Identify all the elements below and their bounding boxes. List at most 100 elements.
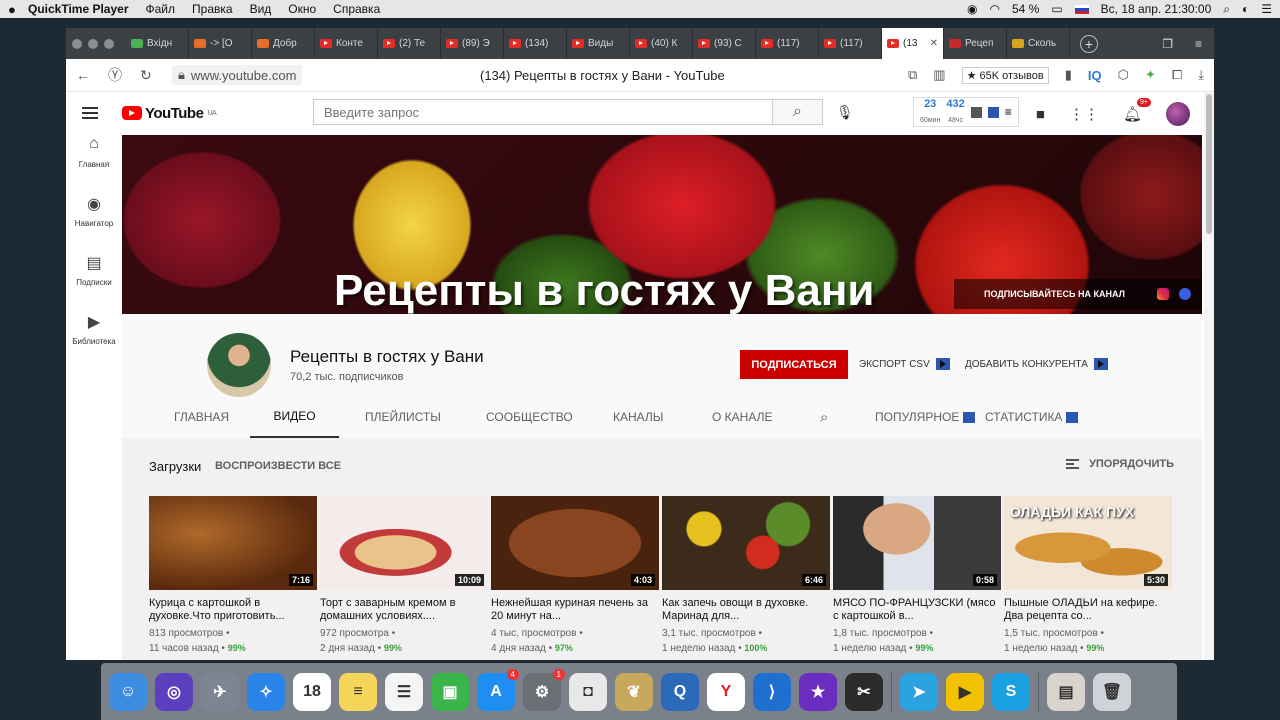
cube-extension-icon[interactable]: ⬡ [1118, 67, 1129, 83]
browser-tab[interactable]: (117) [756, 28, 819, 59]
vscode-icon[interactable]: ⟩ [753, 672, 791, 711]
download-icon[interactable]: ⤓ [1198, 67, 1204, 83]
video-thumbnail[interactable]: 4:03 [491, 496, 659, 590]
browser-tab[interactable]: Виды [567, 28, 630, 59]
chart-icon[interactable] [970, 106, 982, 118]
menubar-window[interactable]: Окно [288, 2, 316, 16]
extensions-icon[interactable]: ⧠ [1172, 67, 1182, 83]
apps-grid-icon[interactable]: ⋮⋮ [1069, 105, 1099, 123]
user-avatar-icon[interactable]: ◐ [1242, 2, 1249, 16]
sidebar-item-compass[interactable]: ◉ Навигатор [66, 194, 122, 253]
video-title[interactable]: Курица с картошкой в духовке.Что пригото… [149, 597, 317, 623]
cloud-folder-icon[interactable]: ▶ [946, 672, 984, 711]
video-title[interactable]: Пышные ОЛАДЬИ на кефире. Два рецепта со.… [1004, 597, 1172, 623]
youtube-logo[interactable]: YouTube UA [122, 105, 217, 122]
telegram-icon[interactable]: ➤ [900, 672, 938, 711]
browser-tab[interactable]: -> [О [189, 28, 252, 59]
spotlight-search-icon[interactable]: ⌕ [1223, 2, 1230, 17]
video-thumbnail[interactable]: 10:09 [320, 496, 488, 590]
yandex-browser-icon[interactable]: Y [707, 672, 745, 711]
reader-mode-icon[interactable]: ▥ [933, 67, 945, 83]
reminders-icon[interactable]: ☰ [385, 672, 423, 711]
green-extension-icon[interactable]: ✦ [1145, 67, 1156, 83]
menu-icon[interactable] [82, 107, 98, 119]
tab-home[interactable]: ГЛАВНАЯ [174, 396, 229, 438]
browser-tab[interactable]: Рецеп [944, 28, 1007, 59]
channel-avatar[interactable] [207, 333, 271, 397]
record-icon[interactable]: ◉ [967, 2, 977, 16]
tab-playlists[interactable]: ПЛЕЙЛИСТЫ [365, 396, 441, 438]
sidebar-item-subscriptions[interactable]: ▤ Подписки [66, 253, 122, 312]
imovie-icon[interactable]: ★ [799, 672, 837, 711]
trash-icon[interactable]: 🗑 [1093, 672, 1131, 711]
cocktail-icon[interactable]: ❦ [615, 672, 653, 711]
reviews-badge[interactable]: ★ 65K отзывов [961, 66, 1049, 84]
instagram-icon[interactable] [1156, 288, 1169, 300]
video-thumbnail[interactable]: 6:46 [662, 496, 830, 590]
search-button[interactable]: ⌕ [773, 99, 823, 125]
iq-extension-icon[interactable]: IQ [1088, 68, 1102, 83]
maximize-window-button[interactable] [104, 38, 114, 49]
input-language-flag-icon[interactable] [1074, 4, 1089, 14]
video-title[interactable]: Как запечь овощи в духовке. Маринад для.… [662, 597, 830, 623]
notifications-bell-icon[interactable]: 🔔︎ 9+ [1123, 98, 1151, 123]
menubar-clock[interactable]: Вс, 18 апр. 21:30:00 [1101, 2, 1212, 16]
yandex-icon[interactable]: Ⓨ [108, 65, 140, 85]
tab-channels[interactable]: КАНАЛЫ [613, 396, 663, 438]
video-card[interactable]: 7:16 Курица с картошкой в духовке.Что при… [149, 496, 317, 656]
video-title[interactable]: Торт с заварным кремом в домашних услови… [320, 597, 488, 623]
sidebar-item-library[interactable]: ▶ Библиотека [66, 312, 122, 371]
browser-tab[interactable]: (117) [819, 28, 882, 59]
banner-subscribe-link[interactable]: ПОДПИСЫВАЙТЕСЬ НА КАНАЛ [984, 289, 1125, 299]
channel-search-icon[interactable]: ⌕ [820, 396, 828, 438]
tab-about[interactable]: О КАНАЛЕ [712, 396, 772, 438]
quicktime-icon[interactable]: Q [661, 672, 699, 711]
video-card[interactable]: 0:58 МЯСО ПО-ФРАНЦУЗСКИ (мясо с картошкой… [833, 496, 1001, 656]
tab-community[interactable]: СООБЩЕСТВО [486, 396, 573, 438]
sort-button[interactable]: УПОРЯДОЧИТЬ [1066, 458, 1174, 470]
menubar-help[interactable]: Справка [333, 2, 380, 16]
browser-tab[interactable]: (40) К [630, 28, 693, 59]
tab-statistics[interactable]: СТАТИСТИКА [985, 396, 1079, 438]
launchpad-icon[interactable]: ✈ [201, 672, 239, 711]
browser-tab[interactable]: (13 ✕ [882, 28, 944, 59]
subscribe-button[interactable]: ПОДПИСАТЬСЯ [740, 350, 848, 379]
tab-collections-icon[interactable]: ❐ [1162, 37, 1173, 51]
minimize-window-button[interactable] [88, 38, 98, 49]
browser-menu-icon[interactable]: ≡ [1195, 37, 1202, 51]
battery-percent[interactable]: 54 % [1012, 2, 1039, 16]
vidiq-stats-widget[interactable]: 23 60мин 432 48чс ≡ [913, 97, 1019, 127]
microphone-icon[interactable]: 🎙︎ [836, 104, 854, 121]
video-card[interactable]: 4:03 Нежнейшая куриная печень за 20 минут… [491, 496, 659, 656]
screenshot-icon[interactable]: ◘ [569, 672, 607, 711]
video-thumbnail[interactable]: ОЛАДЬИ КАК ПУХ 5:30 [1004, 496, 1172, 590]
safari-icon[interactable]: ✧ [247, 672, 285, 711]
menubar-view[interactable]: Вид [250, 2, 272, 16]
menubar-app-name[interactable]: QuickTime Player [28, 2, 129, 16]
notification-center-icon[interactable]: ☰ [1261, 2, 1272, 16]
page-scrollbar[interactable] [1204, 92, 1214, 660]
video-thumbnail[interactable]: 0:58 [833, 496, 1001, 590]
scrollbar-thumb[interactable] [1206, 94, 1212, 234]
calendar-icon[interactable]: 18 [293, 672, 331, 711]
back-button[interactable]: ← [76, 67, 108, 83]
close-window-button[interactable] [72, 38, 82, 49]
reload-button[interactable]: ↻ [140, 67, 172, 84]
new-tab-button[interactable]: + [1080, 34, 1098, 53]
sidebar-item-home[interactable]: ⌂ Главная [66, 135, 122, 194]
account-avatar[interactable] [1166, 102, 1190, 126]
siri-icon[interactable]: ◎ [155, 672, 193, 711]
skype-icon[interactable]: S [992, 672, 1030, 711]
video-card[interactable]: ОЛАДЬИ КАК ПУХ 5:30 Пышные ОЛАДЬИ на кефир… [1004, 496, 1172, 656]
desktop-folder-icon[interactable]: ▤ [1047, 672, 1085, 711]
battery-icon[interactable]: ▭ [1051, 2, 1062, 16]
close-tab-icon[interactable]: ✕ [930, 38, 938, 49]
browser-tab[interactable]: Конте [315, 28, 378, 59]
create-video-icon[interactable]: ■ [1036, 106, 1045, 123]
browser-tab[interactable]: (134) [504, 28, 567, 59]
browser-tab[interactable]: Вхідн [126, 28, 189, 59]
facebook-icon[interactable] [1178, 288, 1191, 300]
tab-videos[interactable]: ВИДЕО [250, 396, 339, 438]
vidiq-play-icon[interactable] [987, 106, 999, 118]
system-preferences-icon[interactable]: ⚙ 1 [523, 668, 565, 711]
